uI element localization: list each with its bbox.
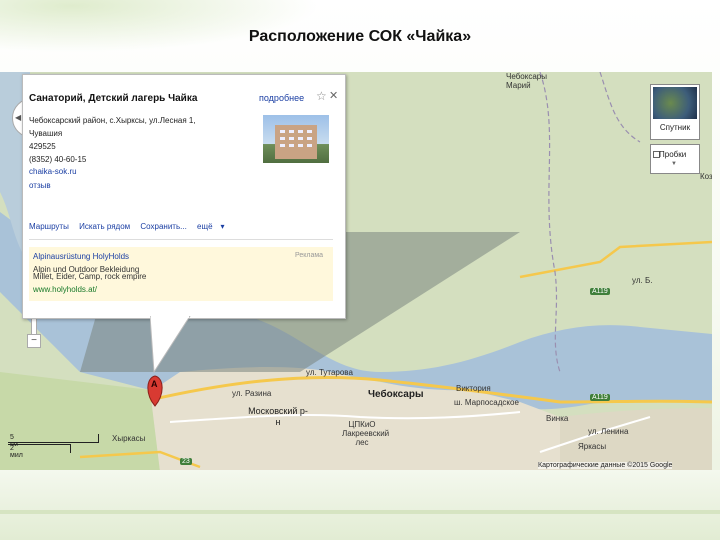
street-label: ш. Марпосадское — [454, 398, 519, 407]
phone-number: (8352) 40-60-15 — [29, 155, 87, 164]
place-info-popup: Санаторий, Детский лагерь Чайка подробне… — [22, 74, 346, 319]
chevron-down-icon[interactable]: ▾ — [221, 222, 225, 231]
district-label: Московский р-н — [248, 406, 308, 427]
ad-text: Millet, Eider, Camp, rock empire — [33, 272, 147, 281]
street-label: ул. Тутарова — [306, 368, 353, 377]
place-label: Яркасы — [578, 442, 607, 451]
map-view[interactable]: A Чебоксары Московский р-н ЦПКиО Лакреев… — [0, 72, 712, 472]
road-number-badge: А119 — [590, 394, 610, 401]
traffic-toggle-button[interactable]: Пробки ▼ — [650, 144, 700, 174]
divider — [29, 239, 333, 240]
zoom-out-button[interactable]: − — [27, 334, 41, 348]
satellite-label: Спутник — [659, 123, 691, 132]
traffic-label: Пробки — [659, 150, 687, 159]
slide-title: Расположение СОК «Чайка» — [248, 28, 472, 45]
popup-tail — [150, 316, 191, 374]
place-label: Хыркасы — [112, 434, 146, 443]
road-number-badge: 23 — [180, 458, 192, 465]
address-region: Чувашия — [29, 129, 63, 138]
street-label: ул. Ленина — [588, 427, 629, 436]
satellite-toggle-button[interactable]: Спутник — [650, 84, 700, 140]
satellite-thumbnail — [653, 87, 697, 119]
search-nearby-link[interactable]: Искать рядом — [79, 222, 130, 231]
marker-label: A — [151, 379, 158, 389]
place-label: Чебоксары Марий — [506, 72, 547, 90]
more-link[interactable]: подробнее — [259, 93, 304, 103]
star-icon[interactable]: ☆ — [316, 89, 327, 103]
popup-actions: Маршруты Искать рядом Сохранить... ещё ▾ — [29, 222, 233, 231]
place-address: Чебоксарский район, с.Хырксы, ул.Лесная … — [29, 114, 196, 166]
pan-left-icon[interactable]: ◀ — [15, 113, 21, 122]
ad-title[interactable]: Alpinausrüstung HolyHolds — [33, 252, 129, 261]
address-postcode: 429525 — [29, 142, 56, 151]
place-photo[interactable] — [263, 115, 329, 163]
save-link[interactable]: Сохранить... — [140, 222, 186, 231]
directions-link[interactable]: Маршруты — [29, 222, 69, 231]
ad-url[interactable]: www.holyholds.at/ — [33, 285, 97, 294]
chevron-down-icon[interactable]: ▼ — [671, 161, 677, 167]
street-label: ул. Разина — [232, 389, 272, 398]
reviews-link[interactable]: отзыв — [29, 181, 51, 190]
decorative-footer — [0, 470, 720, 540]
place-title: Санаторий, Детский лагерь Чайка — [29, 93, 198, 104]
address-line: Чебоксарский район, с.Хырксы, ул.Лесная … — [29, 116, 196, 125]
scale-miles: 2 мил — [10, 445, 23, 459]
more-actions-link[interactable]: ещё — [197, 222, 212, 231]
park-label: ЦПКиО Лакреевский лес — [342, 420, 390, 447]
building-image — [275, 125, 317, 159]
place-label: Коз — [700, 172, 712, 181]
street-label: ул. Б. — [632, 276, 653, 285]
place-label: Винка — [546, 414, 569, 423]
close-icon[interactable]: ✕ — [329, 89, 338, 102]
place-label: Виктория — [456, 384, 491, 393]
map-copyright: Картографические данные ©2015 Google — [538, 462, 673, 469]
road-number-badge: А119 — [590, 288, 610, 295]
advertisement[interactable]: Alpinausrüstung HolyHolds Alpin und Outd… — [29, 247, 333, 301]
website-link[interactable]: chaika-sok.ru — [29, 167, 77, 176]
city-label: Чебоксары — [368, 389, 424, 400]
ad-tag: Реклама — [295, 252, 324, 259]
